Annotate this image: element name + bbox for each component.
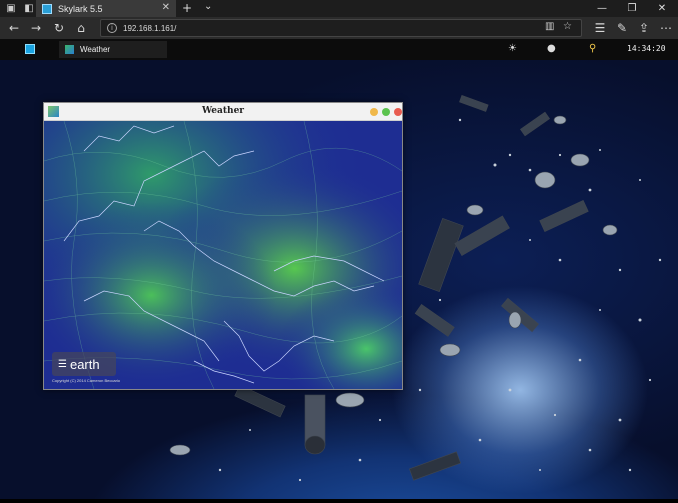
weather-window[interactable]: Weather ☰ earth Copyright (C) 2014 Camer… [43, 102, 403, 390]
tabs-dropdown-icon[interactable]: ⌄ [204, 1, 212, 12]
os-taskbar: Weather ☀ ● ⚲ 14:34:20 [0, 39, 678, 60]
new-tab-icon[interactable]: + [182, 1, 192, 15]
restore-browser-icon[interactable]: ❐ [618, 0, 646, 17]
menu-icon: ☰ [58, 358, 67, 370]
earth-wind-map[interactable]: ☰ earth Copyright (C) 2014 Cameron Becca… [44, 121, 402, 389]
start-menu-icon[interactable] [25, 44, 35, 54]
window-title: Weather [201, 106, 245, 116]
taskbar-app-weather[interactable]: Weather [59, 41, 167, 58]
pen-icon[interactable]: ✎ [614, 20, 630, 36]
earth-logo-text: earth [69, 356, 100, 372]
navigation-bar: ← → ↻ ⌂ i 192.168.1.161/ ▥ ☆ ☰ ✎ ⇪ ⋯ [0, 17, 678, 39]
share-icon[interactable]: ⇪ [636, 20, 652, 36]
minimize-window-button[interactable] [370, 108, 378, 116]
copyright-text: Copyright (C) 2014 Cameron Beccario [52, 378, 121, 383]
refresh-icon[interactable]: ↻ [51, 20, 67, 36]
browser-tab[interactable]: Skylark 5.5 ✕ [36, 0, 176, 17]
tab-title: Skylark 5.5 [58, 3, 103, 14]
url-text: 192.168.1.161/ [123, 23, 177, 33]
minimize-browser-icon[interactable]: — [588, 0, 616, 17]
forward-icon[interactable]: → [28, 20, 44, 36]
close-tab-icon[interactable]: ✕ [162, 2, 170, 13]
close-window-button[interactable] [394, 108, 402, 116]
search-icon[interactable]: ⚲ [589, 43, 596, 54]
close-browser-icon[interactable]: ✕ [648, 0, 676, 17]
taskbar-app-label: Weather [80, 45, 111, 54]
user-icon[interactable]: ● [547, 43, 556, 54]
favorite-icon[interactable]: ☆ [563, 21, 572, 32]
wind-map-svg[interactable] [44, 121, 402, 389]
info-icon[interactable]: i [107, 23, 117, 33]
brightness-icon[interactable]: ☀ [508, 43, 517, 54]
weather-app-icon [65, 45, 74, 54]
clock: 14:34:20 [627, 44, 666, 53]
tab-actions-icon[interactable]: ▣ [4, 2, 18, 16]
window-titlebar[interactable]: Weather [44, 103, 402, 121]
reading-view-icon[interactable]: ▥ [545, 21, 554, 32]
more-icon[interactable]: ⋯ [658, 20, 674, 36]
maximize-window-button[interactable] [382, 108, 390, 116]
back-icon[interactable]: ← [6, 20, 22, 36]
home-icon[interactable]: ⌂ [73, 20, 89, 36]
tab-preview-icon[interactable]: ◧ [22, 2, 36, 16]
tab-favicon-icon [42, 3, 52, 14]
address-bar[interactable]: i 192.168.1.161/ ▥ ☆ [100, 19, 582, 37]
favorites-hub-icon[interactable]: ☰ [592, 20, 608, 36]
earth-menu-button[interactable]: ☰ earth [52, 352, 116, 376]
